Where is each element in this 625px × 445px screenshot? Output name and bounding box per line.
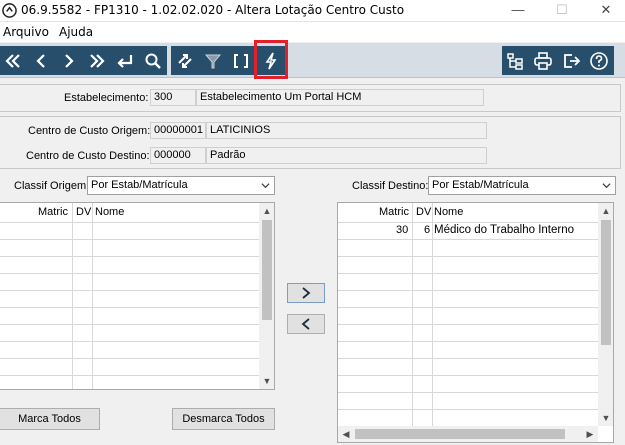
highlight-box [254,40,288,79]
establishment-label: Estabelecimento: [64,92,149,104]
next-icon[interactable] [56,46,82,75]
scroll-up-icon[interactable]: ▲ [259,203,274,219]
scroll-thumb[interactable] [262,220,272,320]
classif-dest-value: Por Estab/Matrícula [432,179,529,191]
previous-icon[interactable] [28,46,54,75]
establishment-code-field: 300 [150,89,196,106]
column-nome[interactable]: Nome [434,206,463,218]
origin-vertical-scrollbar[interactable]: ▲ ▼ [259,203,274,389]
chevron-left-icon [301,318,310,330]
last-icon[interactable] [84,46,110,75]
exit-icon[interactable] [558,46,584,75]
scroll-down-icon[interactable]: ▼ [259,373,274,389]
column-matric[interactable]: Matric [38,206,68,218]
dest-cost-center-label: Centro de Custo Destino: [26,150,150,162]
app-icon [2,3,17,18]
classif-dest-label: Classif Destino: [352,180,429,192]
scroll-thumb[interactable] [601,220,611,345]
enter-icon[interactable] [112,46,138,75]
classif-origin-label: Classif Origem: [14,180,90,192]
dest-vertical-scrollbar[interactable]: ▲ ▼ [598,203,613,426]
print-icon[interactable] [530,46,556,75]
origin-grid[interactable]: Matric DV Nome ▲ ▼ [0,202,275,390]
dest-row-nome: Médico do Trabalho Interno [434,224,575,236]
menu-arquivo[interactable]: Arquivo [3,25,49,39]
maximize-button[interactable]: ☐ [542,0,582,22]
refresh-icon[interactable] [172,46,198,75]
dest-grid[interactable]: Matric DV Nome 30 6 Médico do Trabalho I… [337,202,614,443]
classif-origin-select[interactable]: Por Estab/Matrícula [87,176,275,195]
unmark-all-button[interactable]: Desmarca Todos [172,408,275,430]
dest-row-matric: 30 [396,224,409,236]
chevron-down-icon [602,183,611,189]
column-dv[interactable]: DV [76,206,91,218]
dest-row-dv: 6 [424,224,431,236]
dest-horizontal-scrollbar[interactable]: ◀ ▶ [338,426,598,442]
scroll-thumb[interactable] [355,429,565,439]
classif-dest-select[interactable]: Por Estab/Matrícula [428,176,616,195]
scroll-up-icon[interactable]: ▲ [598,203,613,219]
scroll-right-icon[interactable]: ▶ [582,426,598,442]
classif-origin-value: Por Estab/Matrícula [91,179,188,191]
mark-all-button[interactable]: Marca Todos [0,408,100,430]
dest-grid-header: Matric DV Nome [338,203,613,222]
column-nome[interactable]: Nome [95,206,124,218]
scroll-left-icon[interactable]: ◀ [338,426,354,442]
move-right-button[interactable] [287,283,325,303]
brackets-icon[interactable] [228,46,254,75]
window-title: 06.9.5582 - FP1310 - 1.02.02.020 - Alter… [21,3,405,17]
minimize-button[interactable]: — [498,0,538,22]
close-button[interactable]: ✕ [586,0,625,22]
column-matric[interactable]: Matric [379,206,409,218]
column-dv[interactable]: DV [416,206,431,218]
establishment-name-field: Estabelecimento Um Portal HCM [196,89,484,106]
filter-icon[interactable] [200,46,226,75]
move-left-button[interactable] [287,314,325,334]
chevron-down-icon [261,183,270,189]
origin-cost-center-code: 00000001 [150,122,206,139]
menu-ajuda[interactable]: Ajuda [59,25,93,39]
tree-icon[interactable] [502,46,528,75]
search-icon[interactable] [140,46,166,75]
navigation-group [0,46,167,75]
scroll-down-icon[interactable]: ▼ [598,410,613,426]
dest-cost-center-code: 000000 [150,147,206,164]
help-icon[interactable] [586,46,612,75]
menu-bar [0,22,625,42]
chevron-right-icon [302,287,311,299]
first-icon[interactable] [0,46,26,75]
origin-cost-center-name: LATICINIOS [206,122,487,139]
dest-cost-center-name: Padrão [206,147,487,164]
origin-grid-header: Matric DV Nome [0,203,274,222]
utility-group [502,46,614,75]
origin-cost-center-label: Centro de Custo Origem: [28,125,151,137]
